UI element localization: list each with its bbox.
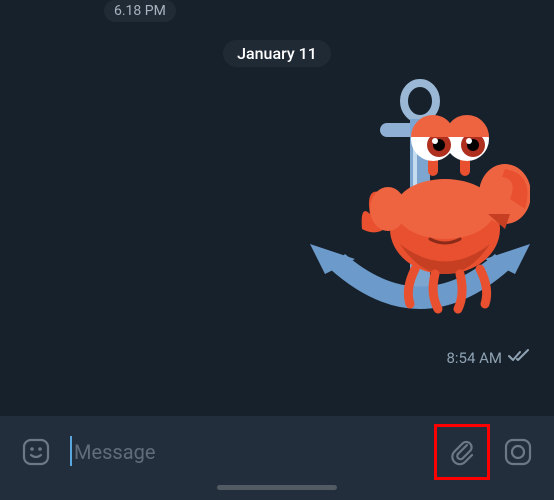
message-time-pill: 6.18 PM bbox=[104, 0, 176, 22]
home-indicator bbox=[217, 485, 337, 490]
read-status-icon bbox=[508, 349, 530, 367]
crab-anchor-sticker-icon bbox=[270, 79, 530, 359]
message-input-wrap[interactable]: Message bbox=[68, 428, 430, 476]
attach-icon bbox=[447, 437, 477, 467]
attach-button[interactable] bbox=[438, 428, 486, 476]
camera-icon bbox=[503, 437, 533, 467]
emoji-button[interactable] bbox=[12, 428, 60, 476]
chat-area: 6.18 PM January 11 bbox=[0, 0, 554, 416]
emoji-icon bbox=[21, 437, 51, 467]
date-divider: January 11 bbox=[0, 40, 554, 67]
outgoing-sticker-message[interactable]: 8:54 AM bbox=[0, 79, 554, 363]
message-time: 8:54 AM bbox=[446, 349, 502, 367]
message-meta: 8:54 AM bbox=[446, 349, 530, 367]
date-label: January 11 bbox=[223, 40, 331, 67]
camera-button[interactable] bbox=[494, 428, 542, 476]
